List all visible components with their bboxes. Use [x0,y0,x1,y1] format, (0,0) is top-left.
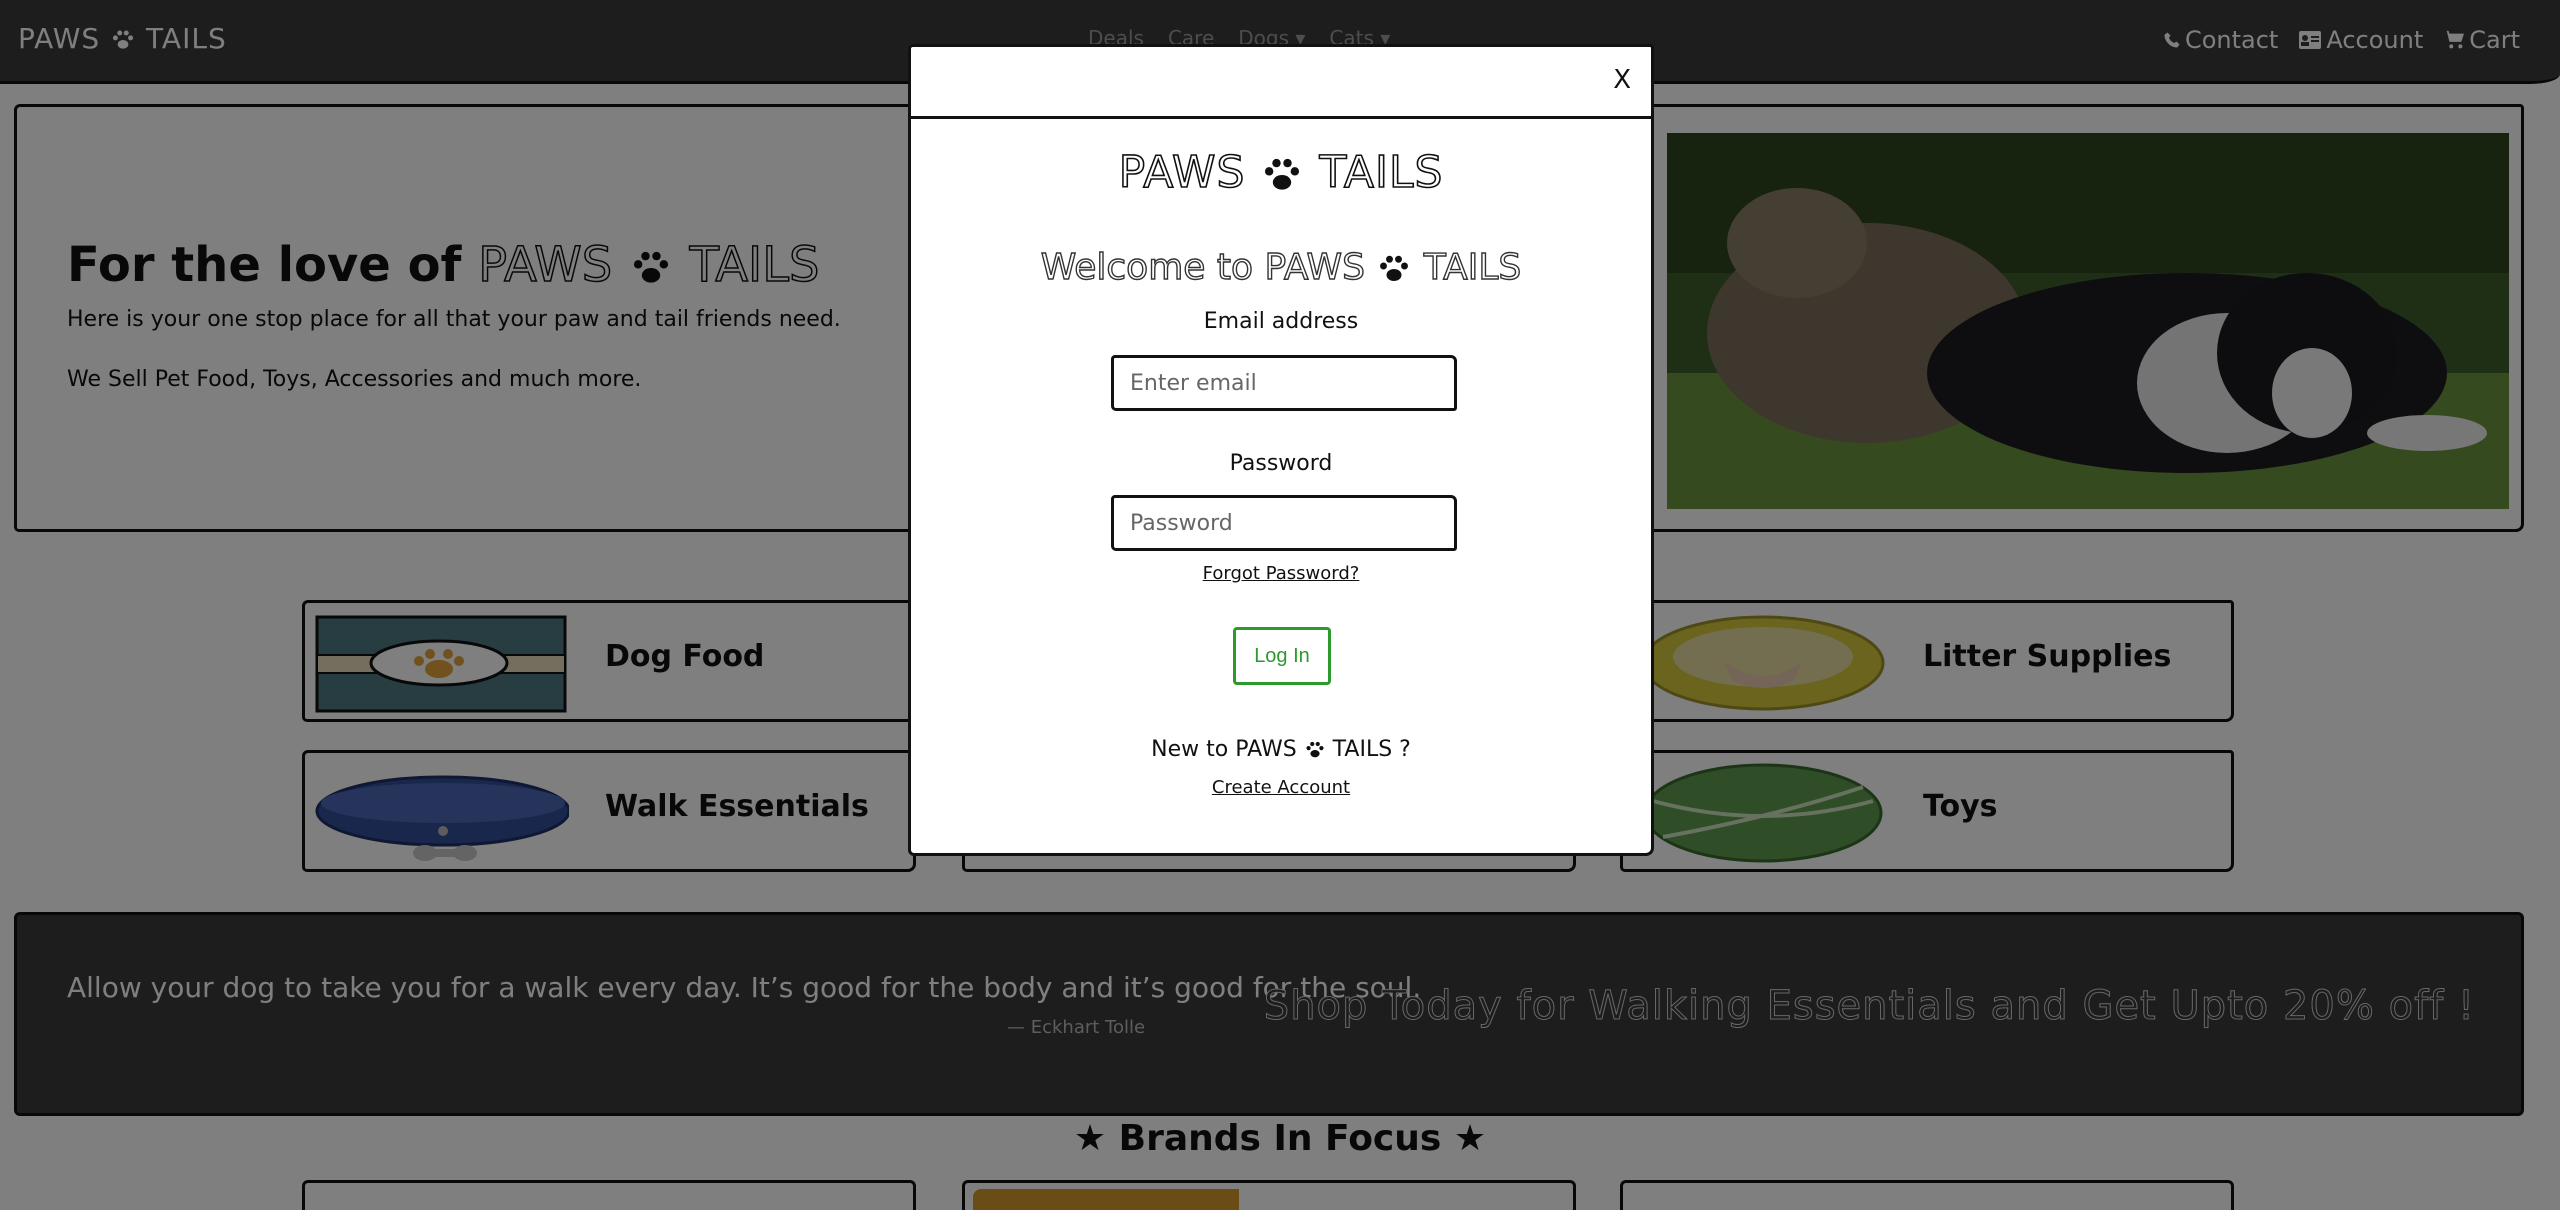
login-button[interactable]: Log In [1233,627,1331,685]
welcome-paws: PAWS [1264,246,1366,288]
password-label: Password [1229,451,1333,476]
paw-icon [1380,255,1409,281]
new-to-text: New to PAWS TAILS ? [911,737,1651,762]
close-button[interactable]: X [1613,65,1631,95]
password-field[interactable] [1111,495,1457,551]
welcome-tails: TAILS [1423,246,1522,288]
new-to-prefix: New to [1151,737,1229,762]
login-modal: X PAWS TAILS Welcome to PAWS TAILS Email… [908,44,1654,856]
paw-icon [1306,741,1324,758]
modal-logo-tails: TAILS [1319,146,1444,199]
forgot-password-link[interactable]: Forgot Password? [911,563,1651,584]
new-to-tails: TAILS ? [1332,737,1411,762]
modal-logo: PAWS TAILS [911,146,1651,199]
create-account-link[interactable]: Create Account [911,777,1651,798]
new-to-paws: PAWS [1235,737,1297,762]
modal-logo-paws: PAWS [1118,146,1246,199]
modal-header: X [911,47,1651,119]
welcome-prefix: Welcome to [1040,246,1254,288]
email-label: Email address [1203,309,1359,334]
email-field[interactable] [1111,355,1457,411]
modal-welcome-heading: Welcome to PAWS TAILS [911,246,1651,288]
paw-icon [1265,158,1300,190]
